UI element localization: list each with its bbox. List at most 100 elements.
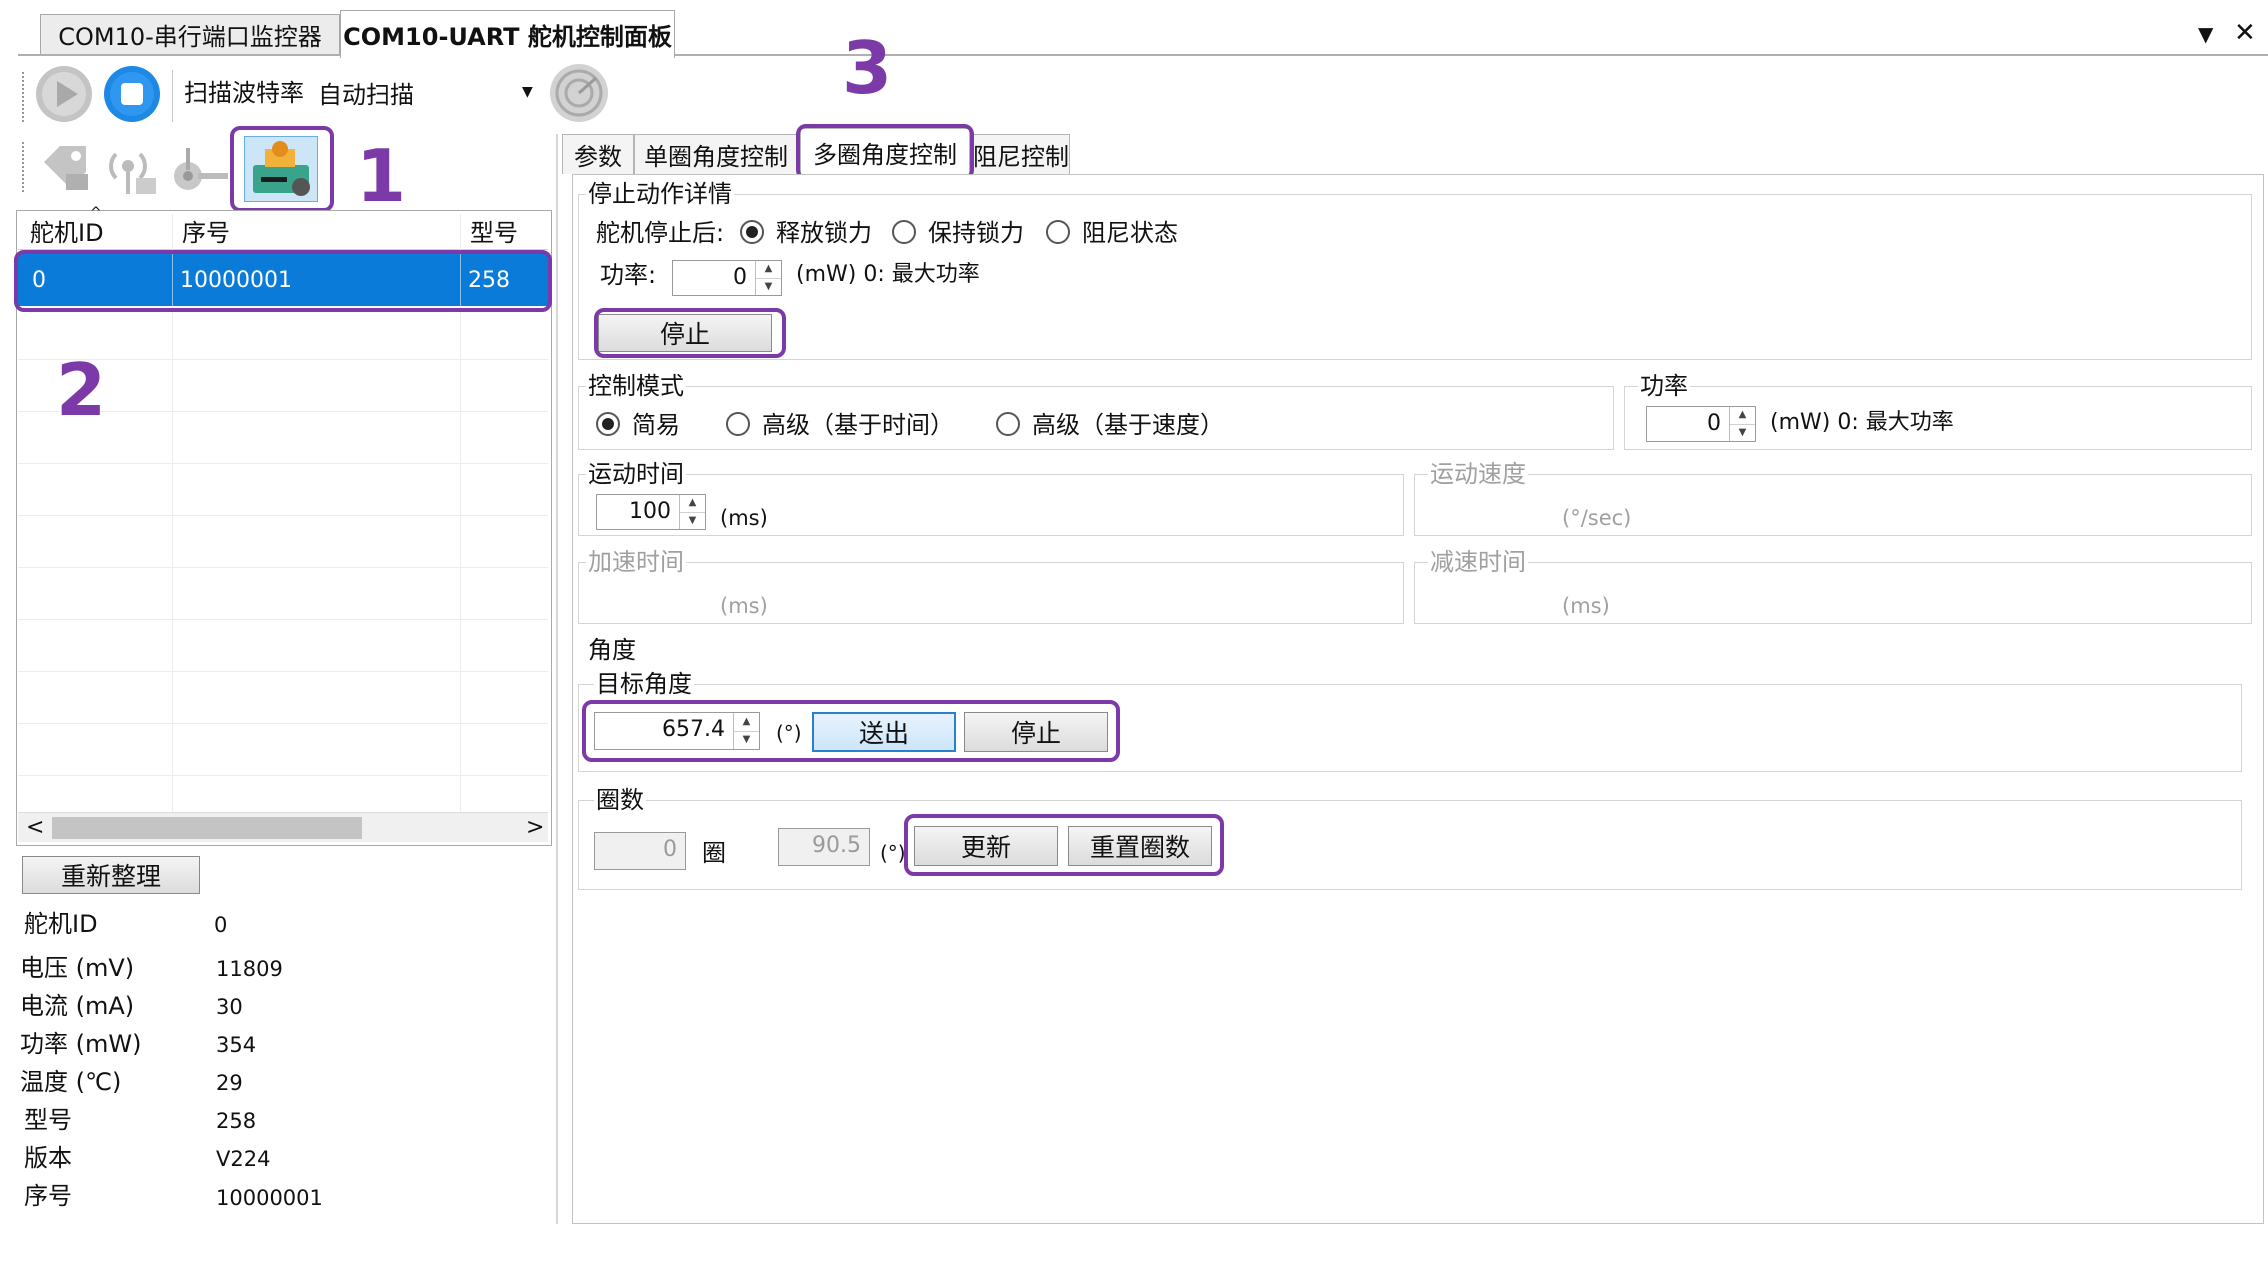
power-stepper[interactable]: 0 ▲ ▼ (1646, 406, 1756, 442)
turns-group-label: 圈数 (594, 786, 646, 814)
stepper-arrows[interactable]: ▲ ▼ (1729, 407, 1755, 441)
status-label: 舵机ID (24, 910, 98, 938)
motion-time-stepper[interactable]: 100 ▲ ▼ (596, 494, 706, 530)
angle-section-label: 角度 (588, 636, 636, 664)
motion-time-group-label: 运动时间 (586, 460, 686, 488)
empty-table-row (18, 620, 548, 672)
annotation-number-3: 3 (842, 26, 893, 110)
stepper-arrows[interactable]: ▲ ▼ (679, 495, 705, 529)
advanced-time-label: 高级（基于时间） (762, 411, 954, 439)
advanced-speed-radio[interactable] (996, 412, 1020, 436)
power-hint: (mW) 0: 最大功率 (1770, 410, 1954, 435)
wireless-icon (109, 152, 156, 194)
after-stop-label: 舵机停止后: (596, 219, 725, 247)
empty-table-row (18, 672, 548, 724)
tab-serial-monitor[interactable]: COM10-串行端口监控器 (40, 14, 340, 54)
target-angle-group-label: 目标角度 (594, 670, 694, 698)
status-value: 0 (214, 913, 228, 937)
decel-time-group-label: 减速时间 (1428, 548, 1528, 576)
play-button[interactable] (34, 64, 94, 124)
tab-servo-control-panel[interactable]: COM10-UART 舵机控制面板 (340, 10, 675, 58)
column-header-servo-id[interactable]: 舵机ID (30, 221, 104, 245)
empty-table-row (18, 724, 548, 776)
stop-details-group-label: 停止动作详情 (586, 180, 734, 208)
annotation-highlight-turns-buttons (904, 814, 1224, 876)
status-label: 温度 (℃) (20, 1068, 122, 1096)
status-label: 版本 (24, 1144, 72, 1172)
motion-time-unit: (ms) (720, 506, 768, 530)
stop-power-stepper[interactable]: 0 ▲ ▼ (672, 260, 782, 296)
status-value: 354 (216, 1033, 257, 1057)
power-group-label: 功率 (1638, 372, 1690, 400)
tag-button[interactable] (38, 140, 94, 196)
simple-mode-radio[interactable] (596, 412, 620, 436)
damping-state-label: 阻尼状态 (1082, 219, 1178, 247)
stop-power-label: 功率: (600, 261, 657, 289)
hold-lock-label: 保持锁力 (928, 219, 1024, 247)
annotation-highlight-stop-button (594, 308, 786, 358)
simple-mode-label: 简易 (632, 411, 680, 439)
horizontal-scrollbar[interactable]: < > (18, 812, 548, 842)
radar-button[interactable] (548, 62, 610, 124)
turn-angle-value: 90.5 (812, 833, 861, 858)
decel-time-unit: (ms) (1562, 594, 1610, 618)
annotation-number-2: 2 (56, 348, 107, 432)
wireless-button[interactable] (102, 140, 160, 198)
servo-horn-button[interactable] (168, 140, 230, 198)
annotation-highlight-servo-control (230, 126, 334, 212)
panel-splitter[interactable] (556, 134, 558, 1224)
baud-rate-select[interactable]: 自动扫描 ▼ (312, 72, 544, 116)
toolbar-grip (22, 72, 26, 122)
status-label: 电流 (mA) (20, 992, 135, 1020)
empty-table-row (18, 568, 548, 620)
column-header-serial[interactable]: 序号 (182, 221, 230, 245)
close-icon[interactable]: ✕ (2234, 20, 2256, 46)
sort-ascending-icon: ^ (90, 205, 102, 221)
stop-power-hint: (mW) 0: 最大功率 (796, 262, 980, 287)
tab-damping[interactable]: 阻尼控制 (972, 134, 1070, 174)
motion-speed-unit: (°/sec) (1562, 506, 1632, 530)
empty-table-row (18, 464, 548, 516)
tab-single-turn-angle-label: 单圈角度控制 (644, 143, 788, 171)
release-lock-radio[interactable] (740, 220, 764, 244)
scroll-left-icon[interactable]: < (26, 817, 44, 839)
status-label: 型号 (24, 1106, 72, 1134)
scrollbar-thumb[interactable] (52, 817, 362, 839)
tab-list-dropdown-icon[interactable]: ▼ (2198, 24, 2213, 44)
turn-angle-unit: (°) (880, 841, 906, 865)
tab-damping-label: 阻尼控制 (973, 143, 1069, 171)
scroll-right-icon[interactable]: > (526, 817, 544, 839)
accel-time-group (578, 562, 1404, 624)
tab-serial-monitor-label: COM10-串行端口监控器 (58, 23, 322, 51)
motion-time-value: 100 (629, 499, 671, 524)
status-label: 电压 (mV) (20, 954, 135, 982)
tab-parameters[interactable]: 参数 (562, 134, 634, 174)
motion-speed-group-label: 运动速度 (1428, 460, 1528, 488)
stepper-arrows[interactable]: ▲ ▼ (755, 261, 781, 295)
decel-time-group (1414, 562, 2252, 624)
accel-time-unit: (ms) (720, 594, 768, 618)
release-lock-label: 释放锁力 (776, 219, 872, 247)
tab-servo-control-panel-label: COM10-UART 舵机控制面板 (343, 23, 672, 51)
accel-time-group-label: 加速时间 (586, 548, 686, 576)
rearrange-button[interactable]: 重新整理 (22, 856, 200, 894)
status-value: 30 (216, 995, 243, 1019)
servo-horn-icon (174, 148, 228, 190)
advanced-time-radio[interactable] (726, 412, 750, 436)
hold-lock-radio[interactable] (892, 220, 916, 244)
column-header-model[interactable]: 型号 (470, 221, 518, 245)
annotation-highlight-multi-turn-tab (796, 124, 974, 180)
turns-count-field: 0 (594, 832, 686, 870)
stop-scan-button[interactable] (102, 64, 162, 124)
status-value: 10000001 (216, 1186, 323, 1210)
baud-rate-label: 扫描波特率 (184, 79, 304, 107)
status-label: 功率 (mW) (20, 1030, 142, 1058)
tab-single-turn-angle[interactable]: 单圈角度控制 (634, 134, 798, 174)
control-mode-group-label: 控制模式 (586, 372, 686, 400)
advanced-speed-label: 高级（基于速度） (1032, 411, 1224, 439)
damping-state-radio[interactable] (1046, 220, 1070, 244)
annotation-highlight-angle-controls (582, 700, 1120, 762)
motion-speed-group (1414, 474, 2252, 536)
status-value: 29 (216, 1071, 243, 1095)
stop-power-value: 0 (733, 265, 747, 290)
